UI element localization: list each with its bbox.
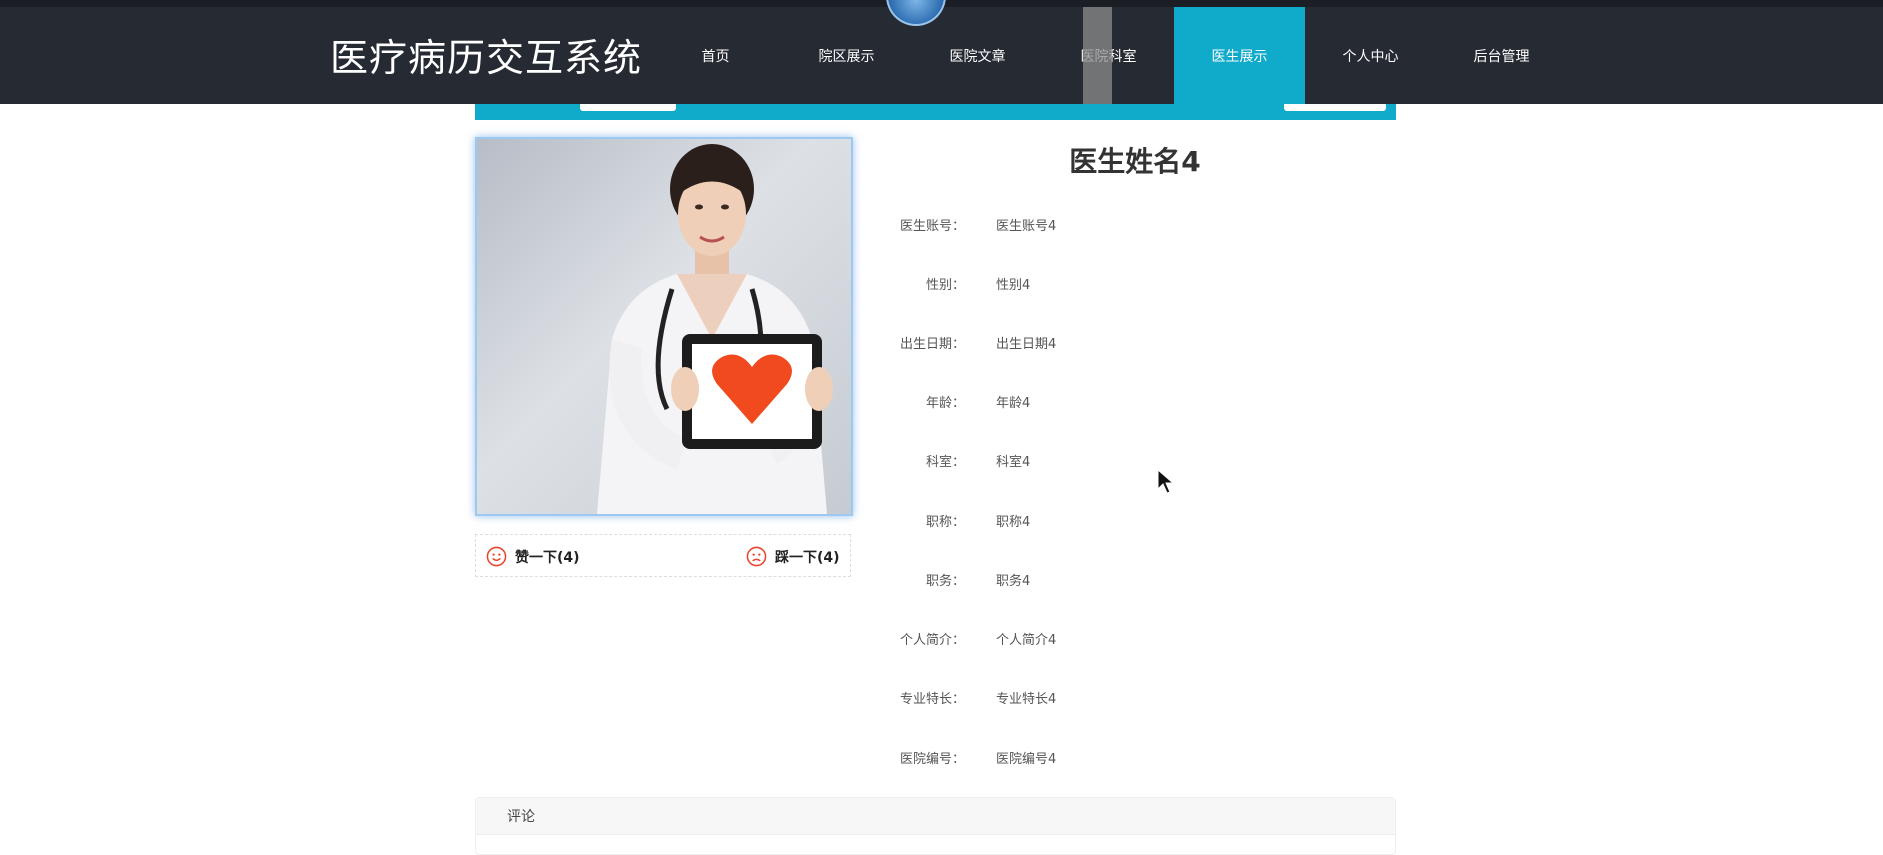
info-label: 职务： — [925, 573, 965, 589]
dislike-label: 踩一下(4) — [775, 549, 840, 566]
info-value: 医院编号4 — [996, 751, 1057, 767]
info-value: 职称4 — [996, 514, 1031, 530]
doctor-name: 医生姓名4 — [1069, 145, 1201, 178]
info-row-birthdate: 出生日期： 出生日期4 — [880, 331, 1056, 353]
nav-personal-center[interactable]: 个人中心 — [1305, 7, 1436, 104]
banner-tab-left — [580, 104, 676, 111]
info-label: 医院编号： — [899, 751, 965, 767]
info-label: 医生账号： — [899, 218, 965, 234]
info-row-hospital-id: 医院编号： 医院编号4 — [880, 746, 1056, 768]
vote-box: 赞一下(4) 踩一下(4) — [475, 534, 851, 577]
nav-campus[interactable]: 院区展示 — [781, 7, 912, 104]
info-label: 个人简介： — [899, 632, 965, 648]
info-value: 专业特长4 — [996, 691, 1057, 707]
info-row-age: 年龄： 年龄4 — [880, 390, 1030, 412]
info-row-department: 科室： 科室4 — [880, 449, 1030, 471]
like-button[interactable]: 赞一下(4) — [486, 535, 580, 578]
info-value: 个人简介4 — [996, 632, 1057, 648]
doctor-photo — [475, 137, 853, 516]
info-row-title: 职称： 职称4 — [880, 509, 1030, 531]
page: 医疗病历交互系统 首页 院区展示 医院文章 医院科室 医生展示 个人中心 后台管… — [0, 0, 1883, 855]
nav-home[interactable]: 首页 — [650, 7, 781, 104]
nav-hover-highlight — [1083, 7, 1112, 104]
info-row-position: 职务： 职务4 — [880, 568, 1030, 590]
frown-icon — [746, 546, 767, 567]
info-value: 年龄4 — [996, 395, 1031, 411]
comment-title: 评论 — [476, 798, 1395, 835]
info-label: 出生日期： — [899, 336, 965, 352]
info-value: 职务4 — [996, 573, 1031, 589]
info-value: 出生日期4 — [996, 336, 1057, 352]
smile-icon — [486, 546, 507, 567]
nav-admin[interactable]: 后台管理 — [1436, 7, 1567, 104]
nav-doctors[interactable]: 医生展示 — [1174, 7, 1305, 104]
info-row-bio: 个人简介： 个人简介4 — [880, 627, 1056, 649]
info-value: 医生账号4 — [996, 218, 1057, 234]
nav-articles[interactable]: 医院文章 — [912, 7, 1043, 104]
mouse-cursor-icon — [1157, 469, 1175, 494]
info-value: 科室4 — [996, 454, 1031, 470]
info-row-account: 医生账号： 医生账号4 — [880, 213, 1056, 235]
info-row-specialty: 专业特长： 专业特长4 — [880, 686, 1056, 708]
info-label: 专业特长： — [899, 691, 965, 707]
like-label: 赞一下(4) — [515, 549, 580, 566]
banner-tab-right — [1284, 104, 1386, 111]
site-title: 医疗病历交互系统 — [330, 36, 643, 80]
info-value: 性别4 — [996, 277, 1031, 293]
info-row-gender: 性别： 性别4 — [880, 272, 1030, 294]
info-label: 职称： — [925, 514, 965, 530]
info-label: 性别： — [925, 277, 965, 293]
dislike-button[interactable]: 踩一下(4) — [746, 535, 840, 578]
comment-panel: 评论 — [475, 797, 1396, 855]
info-label: 科室： — [925, 454, 965, 470]
info-label: 年龄： — [925, 395, 965, 411]
doctor-photo-illustration — [597, 144, 833, 514]
